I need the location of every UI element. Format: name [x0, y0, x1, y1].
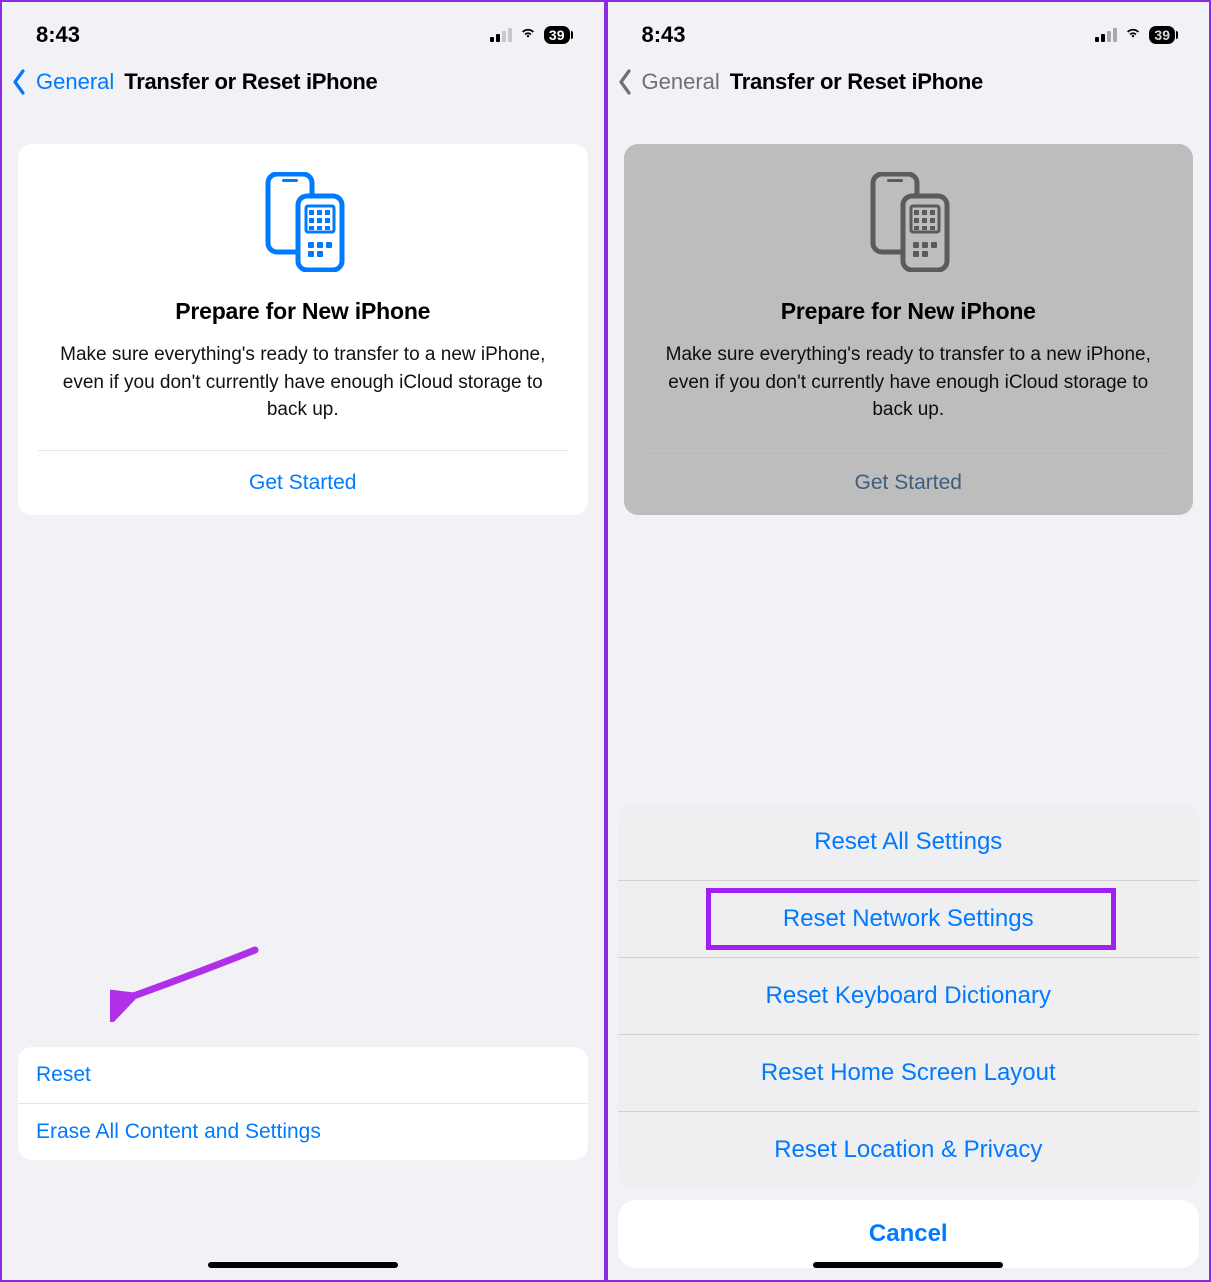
back-button[interactable]: General [642, 69, 720, 95]
card-description: Make sure everything's ready to transfer… [38, 341, 568, 450]
home-indicator[interactable] [813, 1262, 1003, 1268]
reset-network-settings[interactable]: Reset Network Settings [618, 881, 1200, 958]
reset-all-settings[interactable]: Reset All Settings [618, 804, 1200, 881]
screenshot-right: 8:43 39 General Transfer or Reset iPhone [606, 0, 1211, 1282]
reset-row[interactable]: Reset [18, 1047, 588, 1104]
erase-all-row[interactable]: Erase All Content and Settings [18, 1104, 588, 1160]
nav-bar: General Transfer or Reset iPhone [608, 58, 1210, 110]
battery-indicator: 39 [1149, 26, 1175, 44]
reset-home-screen-layout[interactable]: Reset Home Screen Layout [618, 1035, 1200, 1112]
transfer-phones-icon [38, 172, 568, 272]
reset-action-sheet: Reset All Settings Reset Network Setting… [618, 804, 1200, 1268]
cancel-button[interactable]: Cancel [618, 1200, 1200, 1268]
wifi-icon [518, 22, 538, 48]
page-title: Transfer or Reset iPhone [730, 69, 983, 95]
bottom-options-list: Reset Erase All Content and Settings [18, 1047, 588, 1160]
card-title: Prepare for New iPhone [38, 298, 568, 325]
get-started-button[interactable]: Get Started [249, 471, 356, 494]
transfer-phones-icon [644, 172, 1174, 272]
clock: 8:43 [36, 22, 80, 48]
prepare-card: Prepare for New iPhone Make sure everyth… [18, 144, 588, 515]
card-description: Make sure everything's ready to transfer… [644, 341, 1174, 450]
status-bar: 8:43 39 [2, 2, 604, 58]
battery-indicator: 39 [544, 26, 570, 44]
back-chevron-icon[interactable] [616, 68, 640, 96]
card-title: Prepare for New iPhone [644, 298, 1174, 325]
screenshot-left: 8:43 39 General Transfer or Reset iPhone [0, 0, 606, 1282]
get-started-button[interactable]: Get Started [855, 471, 962, 494]
nav-bar: General Transfer or Reset iPhone [2, 58, 604, 110]
wifi-icon [1123, 22, 1143, 48]
reset-location-privacy[interactable]: Reset Location & Privacy [618, 1112, 1200, 1188]
page-title: Transfer or Reset iPhone [124, 69, 377, 95]
prepare-card: Prepare for New iPhone Make sure everyth… [624, 144, 1194, 515]
status-bar: 8:43 39 [608, 2, 1210, 58]
cellular-signal-icon [490, 28, 512, 42]
back-button[interactable]: General [36, 69, 114, 95]
cellular-signal-icon [1095, 28, 1117, 42]
back-chevron-icon[interactable] [10, 68, 34, 96]
home-indicator[interactable] [208, 1262, 398, 1268]
reset-keyboard-dictionary[interactable]: Reset Keyboard Dictionary [618, 958, 1200, 1035]
clock: 8:43 [642, 22, 686, 48]
